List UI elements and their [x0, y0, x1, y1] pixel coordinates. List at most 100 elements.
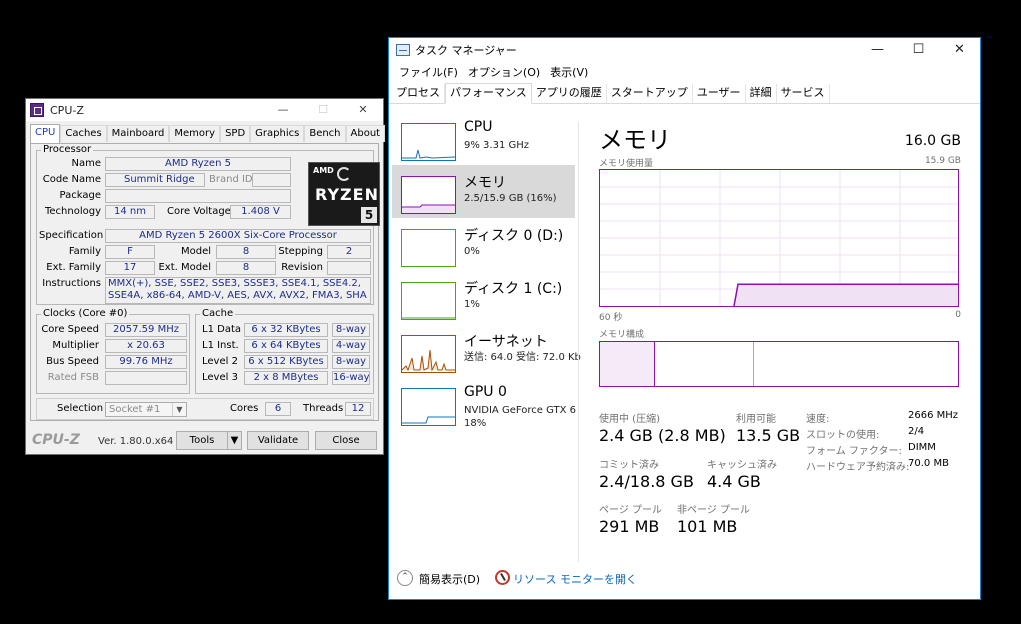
tab-bench[interactable]: Bench — [304, 125, 346, 142]
threads-value: 12 — [345, 402, 371, 416]
close-button[interactable]: Close — [315, 431, 377, 450]
brandid-value — [252, 173, 291, 187]
sidebar-item-disk-1[interactable]: ディスク 1 (C:) 1% — [392, 271, 575, 324]
hw-reserved-value: 70.0 MB — [908, 458, 949, 469]
paged-pool-value: 291 MB — [599, 517, 660, 536]
available-label: 利用可能 — [736, 414, 776, 425]
menu-options[interactable]: オプション(O) — [463, 64, 545, 82]
tm-window-title: タスク マネージャー — [415, 44, 517, 57]
inuse-label: 使用中 (圧縮) — [599, 414, 660, 425]
fewer-details-button[interactable]: 簡易表示(D) — [419, 571, 480, 587]
name-label: Name — [71, 158, 101, 169]
cpuz-logo: CPU-Z — [32, 432, 80, 448]
tm-tabs: プロセス パフォーマンス アプリの履歴 スタートアップ ユーザー 詳細 サービス — [389, 83, 980, 104]
specification-label: Specification — [39, 230, 104, 241]
l2-way: 8-way — [332, 355, 370, 369]
tm-bottom-bar: ⌃ 簡易表示(D) リソース モニターを開く — [389, 566, 980, 596]
resource-monitor-link[interactable]: リソース モニターを開く — [513, 571, 637, 587]
sidebar-item-ethernet[interactable]: イーサネット 送信: 64.0 受信: 72.0 Kb — [392, 324, 581, 377]
tab-spd[interactable]: SPD — [220, 125, 251, 142]
minimize-button[interactable]: — — [857, 38, 898, 62]
memory-thumbnail-graph — [401, 176, 456, 214]
cpuz-version: Ver. 1.80.0.x64 — [98, 436, 174, 447]
tm-menubar: ファイル(F) オプション(O) 表示(V) — [389, 64, 593, 82]
specification-value: AMD Ryzen 5 2600X Six-Core Processor — [105, 229, 371, 243]
sidebar-item-label: ディスク 0 (D:) — [464, 228, 564, 244]
extfamily-label: Ext. Family — [46, 262, 101, 273]
slots-value: 2/4 — [908, 426, 925, 437]
slots-label: スロットの使用: — [806, 430, 880, 441]
tab-users[interactable]: ユーザー — [693, 84, 746, 103]
ryzen-logo-text: RYZEN — [315, 185, 379, 204]
gpu-thumbnail-graph — [401, 388, 456, 426]
tab-caches[interactable]: Caches — [60, 125, 107, 142]
tab-mainboard[interactable]: Mainboard — [106, 125, 170, 142]
form-factor-value: DIMM — [908, 442, 936, 453]
tab-graphics[interactable]: Graphics — [250, 125, 305, 142]
socket-select[interactable]: Socket #1 ▼ — [105, 402, 187, 417]
composition-standby — [656, 342, 754, 386]
ratedfsb-value — [105, 371, 187, 385]
tab-details[interactable]: 詳細 — [746, 84, 777, 103]
family-label: Family — [68, 246, 101, 257]
tab-cpu[interactable]: CPU — [30, 124, 61, 143]
task-manager-window: タスク マネージャー — ☐ ✕ ファイル(F) オプション(O) 表示(V) … — [388, 37, 981, 600]
tools-dropdown-icon[interactable]: ▼ — [227, 431, 242, 450]
l3-label: Level 3 — [202, 372, 238, 383]
cpuz-app-icon — [30, 103, 44, 117]
sidebar-item-label: ディスク 1 (C:) — [464, 281, 563, 297]
package-label: Package — [59, 190, 101, 201]
graph-time-left: 60 秒 — [599, 313, 623, 323]
close-icon[interactable]: ✕ — [343, 99, 383, 121]
stepping-value: 2 — [327, 245, 371, 259]
revision-label: Revision — [281, 262, 323, 273]
cores-label: Cores — [230, 403, 259, 414]
maximize-button[interactable]: ☐ — [898, 38, 939, 62]
tools-button[interactable]: Tools — [176, 431, 228, 450]
tab-processes[interactable]: プロセス — [392, 84, 445, 103]
disk0-thumbnail-graph — [401, 229, 456, 267]
tab-performance[interactable]: パフォーマンス — [445, 83, 532, 104]
usage-graph-max: 15.9 GB — [924, 156, 961, 166]
sidebar-item-detail: 1% — [464, 299, 480, 310]
threads-label: Threads — [303, 403, 344, 414]
busspeed-label: Bus Speed — [46, 356, 99, 367]
minimize-button[interactable]: — — [263, 99, 303, 121]
l3-value: 2 x 8 MBytes — [244, 371, 328, 385]
tab-memory[interactable]: Memory — [169, 125, 221, 142]
tab-app-history[interactable]: アプリの履歴 — [532, 84, 607, 103]
tab-services[interactable]: サービス — [777, 84, 830, 103]
multiplier-label: Multiplier — [52, 340, 99, 351]
chevron-up-icon[interactable]: ⌃ — [397, 570, 413, 586]
page-title: メモリ — [599, 126, 671, 154]
ryzen-circle-icon — [337, 167, 351, 181]
l1d-value: 6 x 32 KBytes — [244, 323, 328, 337]
cache-group-title: Cache — [200, 308, 236, 319]
sidebar-item-cpu[interactable]: CPU 9% 3.31 GHz — [392, 112, 575, 165]
maximize-button: ☐ — [318, 103, 328, 116]
sidebar-item-gpu-0[interactable]: GPU 0 NVIDIA GeForce GTX 660 18% — [392, 377, 576, 437]
close-icon[interactable]: ✕ — [939, 38, 980, 62]
sidebar-item-disk-0[interactable]: ディスク 0 (D:) 0% — [392, 218, 575, 271]
menu-view[interactable]: 表示(V) — [545, 64, 593, 82]
extmodel-value: 8 — [216, 261, 276, 275]
validate-button[interactable]: Validate — [247, 431, 309, 450]
sidebar-item-detail: NVIDIA GeForce GTX 660 — [464, 405, 576, 416]
sidebar-item-detail: 送信: 64.0 受信: 72.0 Kb — [464, 352, 581, 363]
cpuz-titlebar[interactable]: CPU-Z — ☐ ✕ — [26, 99, 383, 121]
sidebar-item-memory[interactable]: メモリ 2.5/15.9 GB (16%) — [392, 165, 575, 218]
l1d-way: 8-way — [332, 323, 370, 337]
hw-reserved-label: ハードウェア予約済み: — [806, 462, 910, 473]
inuse-value: 2.4 GB (2.8 MB) — [599, 426, 726, 445]
usage-graph-label: メモリ使用量 — [599, 159, 654, 169]
tab-about[interactable]: About — [345, 125, 386, 142]
name-value: AMD Ryzen 5 — [105, 157, 291, 171]
corespeed-label: Core Speed — [41, 324, 99, 335]
menu-file[interactable]: ファイル(F) — [394, 64, 463, 82]
cached-label: キャッシュ済み — [707, 460, 777, 471]
selection-label: Selection — [57, 403, 104, 414]
memory-usage-graph-svg — [600, 170, 958, 307]
tm-titlebar[interactable]: タスク マネージャー — ☐ ✕ — [389, 38, 980, 62]
tab-startup[interactable]: スタートアップ — [607, 84, 693, 103]
amd-logo-text: AMD — [313, 166, 334, 175]
